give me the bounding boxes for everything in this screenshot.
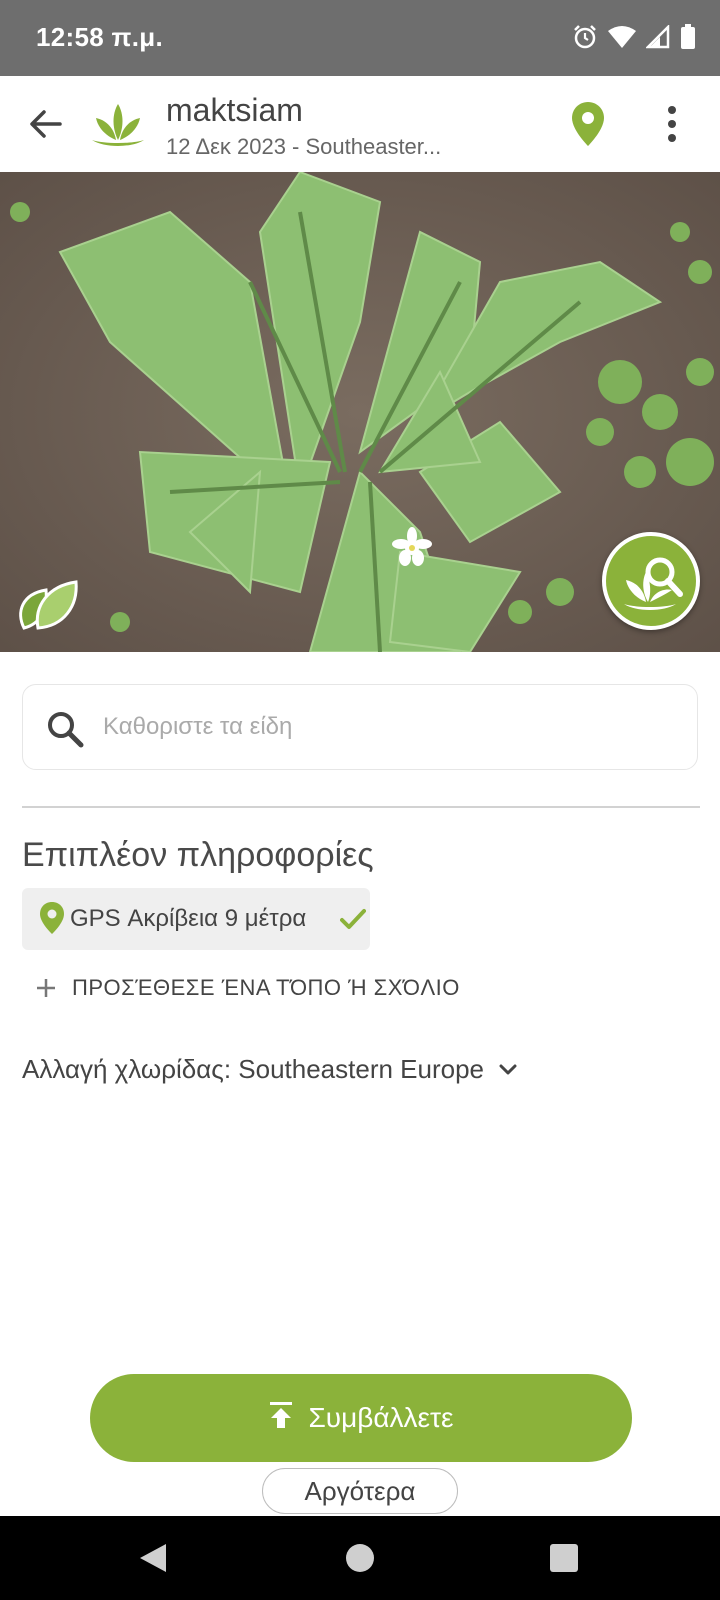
add-place-or-comment-label: ΠΡΟΣΈΘΕΣΕ ΈΝΑ ΤΌΠΟ Ή ΣΧΌΛΙΟ	[72, 975, 460, 1000]
change-flora-dropdown[interactable]: Αλλαγή χλωρίδας: Southeastern Europe	[22, 1054, 520, 1085]
later-label: Αργότερα	[304, 1475, 416, 1506]
plant-search-icon	[624, 557, 683, 610]
change-flora-label: Αλλαγή χλωρίδας: Southeastern Europe	[22, 1054, 484, 1084]
plus-icon	[37, 979, 55, 997]
system-nav-bar	[0, 1516, 720, 1600]
back-arrow-icon[interactable]	[26, 104, 66, 144]
later-button[interactable]: Αργότερα	[262, 1468, 458, 1514]
more-info-title: Επιπλέον πληροφορίες	[22, 836, 374, 874]
battery-icon	[681, 24, 695, 49]
plantnet-logo	[92, 104, 144, 146]
cell-signal-icon	[646, 25, 670, 49]
species-search-field[interactable]: Καθοριστε τα είδη	[22, 684, 698, 770]
identify-button[interactable]	[602, 532, 700, 630]
status-time: 12:58 π.μ.	[36, 22, 163, 52]
wifi-icon	[608, 26, 636, 48]
chevron-down-icon	[499, 1064, 517, 1074]
gps-pin-icon	[40, 902, 64, 934]
location-pin-icon[interactable]	[572, 102, 604, 146]
leaf-badge-icon	[19, 580, 78, 630]
nav-back-icon[interactable]	[138, 1542, 168, 1574]
alarm-icon	[574, 25, 596, 49]
plant-photo[interactable]	[0, 172, 720, 652]
observer-name: maktsiam	[166, 92, 303, 128]
status-bar: 12:58 π.μ.	[0, 0, 720, 76]
observation-date-region: 12 Δεκ 2023 - Southeaster...	[166, 134, 442, 159]
nav-home-icon[interactable]	[346, 1544, 374, 1572]
nav-recents-icon[interactable]	[550, 1544, 578, 1572]
app-bar: maktsiam 12 Δεκ 2023 - Southeaster...	[0, 76, 720, 172]
contribute-button[interactable]: Συμβάλλετε	[90, 1374, 632, 1462]
divider	[22, 806, 700, 808]
add-place-or-comment-button[interactable]: ΠΡΟΣΈΘΕΣΕ ΈΝΑ ΤΌΠΟ Ή ΣΧΌΛΙΟ	[34, 968, 460, 1008]
check-icon	[340, 909, 366, 929]
search-icon	[48, 712, 84, 748]
more-vert-icon[interactable]	[656, 104, 688, 144]
status-icons	[572, 24, 696, 50]
gps-accuracy-label: GPS Ακρίβεια 9 μέτρα	[70, 905, 307, 932]
upload-icon	[270, 1402, 293, 1428]
gps-accuracy-chip[interactable]: GPS Ακρίβεια 9 μέτρα	[22, 888, 370, 950]
search-placeholder: Καθοριστε τα είδη	[103, 713, 293, 740]
contribute-label: Συμβάλλετε	[308, 1402, 454, 1433]
